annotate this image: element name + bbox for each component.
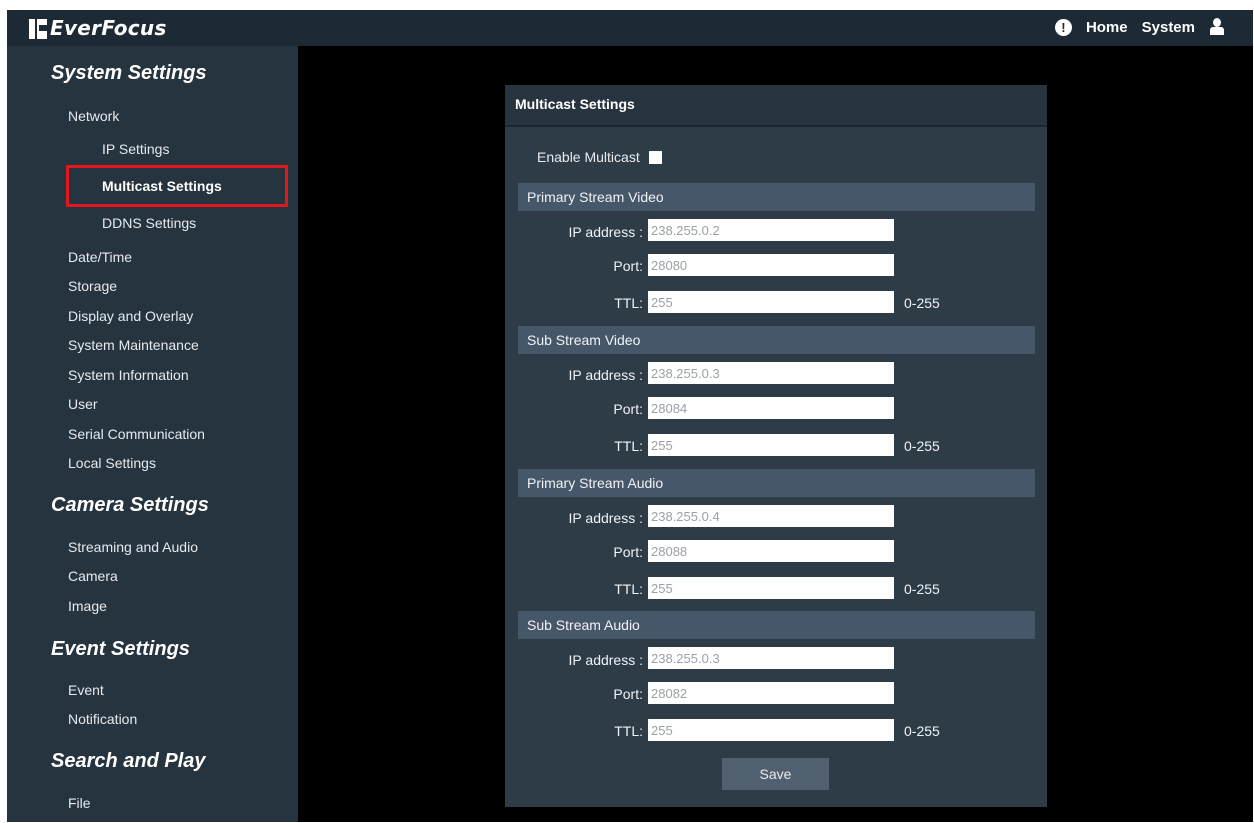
sidebar-item-event[interactable]: Event xyxy=(68,682,104,698)
section-title: Primary Stream Audio xyxy=(527,475,664,491)
sidebar-item-ddns-settings[interactable]: DDNS Settings xyxy=(102,215,196,231)
ttl-range-text: 0-255 xyxy=(904,723,940,739)
sidebar-item-file[interactable]: File xyxy=(68,795,91,811)
primary-video-ip-input[interactable] xyxy=(648,219,894,241)
sidebar-item-user[interactable]: User xyxy=(68,396,98,412)
section-title: Primary Stream Video xyxy=(527,189,664,205)
port-label: Port: xyxy=(613,544,643,560)
sidebar-item-storage[interactable]: Storage xyxy=(68,278,117,294)
top-nav: ! Home System xyxy=(1054,18,1225,36)
enable-multicast-row: Enable Multicast xyxy=(537,149,662,165)
ttl-label: TTL: xyxy=(614,295,643,311)
primary-video-ttl-input[interactable] xyxy=(648,291,894,313)
ttl-range-text: 0-255 xyxy=(904,438,940,454)
section-camera-settings[interactable]: Camera Settings xyxy=(51,494,209,517)
ttl-label: TTL: xyxy=(614,581,643,597)
section-title: Sub Stream Audio xyxy=(527,617,640,633)
section-primary-stream-video: Primary Stream Video xyxy=(518,183,1035,211)
sidebar-item-system-information[interactable]: System Information xyxy=(68,367,189,383)
sub-audio-ttl-input[interactable] xyxy=(648,719,894,741)
save-button[interactable]: Save xyxy=(722,758,829,790)
everfocus-logo[interactable]: EverFocus xyxy=(29,16,167,40)
nav-system-link[interactable]: System xyxy=(1142,19,1195,36)
sidebar-item-serial-communication[interactable]: Serial Communication xyxy=(68,426,205,442)
panel-header: Multicast Settings xyxy=(505,85,1047,127)
section-event-settings[interactable]: Event Settings xyxy=(51,638,190,661)
multicast-settings-panel: Multicast Settings Enable Multicast Prim… xyxy=(505,85,1047,807)
sidebar-item-date-time[interactable]: Date/Time xyxy=(68,249,132,265)
sidebar-item-camera[interactable]: Camera xyxy=(68,568,118,584)
port-label: Port: xyxy=(613,401,643,417)
primary-audio-port-input[interactable] xyxy=(648,540,894,562)
sub-video-port-input[interactable] xyxy=(648,397,894,419)
enable-multicast-label: Enable Multicast xyxy=(537,149,640,165)
everfocus-logo-icon xyxy=(29,17,47,39)
sidebar-item-image[interactable]: Image xyxy=(68,598,107,614)
sidebar-item-system-maintenance[interactable]: System Maintenance xyxy=(68,337,199,353)
ttl-range-text: 0-255 xyxy=(904,581,940,597)
sub-video-ttl-input[interactable] xyxy=(648,434,894,456)
sidebar-item-ip-settings[interactable]: IP Settings xyxy=(102,141,169,157)
alert-icon[interactable]: ! xyxy=(1054,18,1072,36)
section-sub-stream-audio: Sub Stream Audio xyxy=(518,611,1035,639)
user-icon[interactable] xyxy=(1209,18,1225,36)
sidebar-item-multicast-settings[interactable]: Multicast Settings xyxy=(102,178,222,194)
port-label: Port: xyxy=(613,258,643,274)
port-label: Port: xyxy=(613,686,643,702)
ttl-label: TTL: xyxy=(614,723,643,739)
primary-video-port-input[interactable] xyxy=(648,254,894,276)
logo-text: EverFocus xyxy=(50,16,167,40)
section-title: Sub Stream Video xyxy=(527,332,641,348)
ttl-label: TTL: xyxy=(614,438,643,454)
primary-audio-ttl-input[interactable] xyxy=(648,577,894,599)
sidebar: System Settings Network IP Settings Mult… xyxy=(7,46,298,822)
sidebar-item-network[interactable]: Network xyxy=(68,108,119,124)
section-primary-stream-audio: Primary Stream Audio xyxy=(518,469,1035,497)
panel-title: Multicast Settings xyxy=(515,96,635,112)
section-sub-stream-video: Sub Stream Video xyxy=(518,326,1035,354)
sidebar-item-display-overlay[interactable]: Display and Overlay xyxy=(68,308,193,324)
sidebar-item-local-settings[interactable]: Local Settings xyxy=(68,455,156,471)
ip-address-label: IP address : xyxy=(568,367,643,383)
section-search-and-play[interactable]: Search and Play xyxy=(51,750,206,773)
sidebar-item-streaming-audio[interactable]: Streaming and Audio xyxy=(68,539,198,555)
sub-audio-ip-input[interactable] xyxy=(648,647,894,669)
ip-address-label: IP address : xyxy=(568,224,643,240)
ttl-range-text: 0-255 xyxy=(904,295,940,311)
primary-audio-ip-input[interactable] xyxy=(648,505,894,527)
nav-home-link[interactable]: Home xyxy=(1086,19,1128,36)
sub-video-ip-input[interactable] xyxy=(648,362,894,384)
ip-address-label: IP address : xyxy=(568,652,643,668)
sub-audio-port-input[interactable] xyxy=(648,682,894,704)
top-bar: EverFocus ! Home System xyxy=(7,10,1253,46)
sidebar-item-notification[interactable]: Notification xyxy=(68,711,137,727)
enable-multicast-checkbox[interactable] xyxy=(648,150,662,164)
section-system-settings[interactable]: System Settings xyxy=(51,62,207,85)
ip-address-label: IP address : xyxy=(568,510,643,526)
